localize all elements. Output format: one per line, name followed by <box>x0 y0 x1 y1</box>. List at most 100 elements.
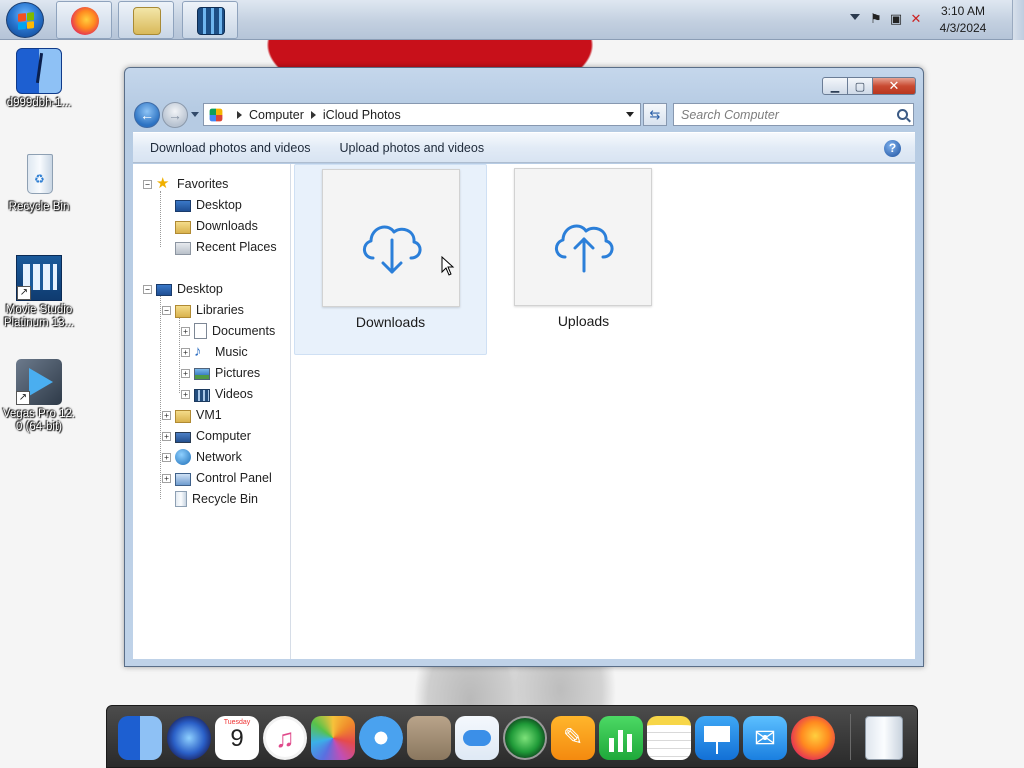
desktop-icon-vegas-pro[interactable]: ↗ Vegas Pro 12.0 (64-bit) <box>2 359 76 434</box>
finder-icon <box>16 48 62 94</box>
search-icon[interactable] <box>897 109 908 120</box>
download-photos-button[interactable]: Download photos and videos <box>150 141 311 155</box>
tree-item-pictures[interactable]: + Pictures <box>181 363 260 383</box>
arrow-right-icon: → <box>168 107 182 123</box>
breadcrumb-icloud-photos[interactable]: iCloud Photos <box>323 108 401 122</box>
icloud-drive-icon[interactable] <box>455 716 499 760</box>
itunes-icon[interactable]: ♫ <box>263 716 307 760</box>
expand-icon[interactable]: + <box>181 368 190 378</box>
folder-tile-downloads[interactable]: Downloads <box>294 164 487 355</box>
photos-icon[interactable] <box>311 716 355 760</box>
expand-icon[interactable]: + <box>181 347 190 357</box>
minimize-button[interactable]: ▁ <box>822 77 848 95</box>
tree-item-recycle-bin[interactable]: Recycle Bin <box>162 489 258 509</box>
cloud-upload-icon <box>555 224 614 273</box>
mail-icon[interactable]: ✉ <box>743 716 787 760</box>
maximize-icon: ▢ <box>854 80 866 93</box>
calendar-icon[interactable]: Tuesday 9 <box>215 716 259 760</box>
recent-pages-dropdown[interactable] <box>191 112 199 117</box>
desktop-icon-finder[interactable]: d999dbh-1... <box>2 48 76 110</box>
finder-icon[interactable] <box>118 716 162 760</box>
star-icon: ★ <box>156 175 170 192</box>
taskbar: ⚑ ▣ ✕ 3:10 AM 4/3/2024 <box>0 0 1024 40</box>
recycle-bin-icon <box>175 491 187 507</box>
close-button[interactable]: ✕ <box>873 77 916 95</box>
siri-icon[interactable] <box>167 716 211 760</box>
tree-item-network[interactable]: + Network <box>162 447 242 467</box>
maximize-button[interactable]: ▢ <box>848 77 873 95</box>
computer-icon <box>175 431 191 443</box>
expand-icon[interactable]: + <box>162 410 171 420</box>
keynote-icon[interactable] <box>695 716 739 760</box>
collapse-icon[interactable]: − <box>162 305 171 315</box>
search-input[interactable]: Search Computer <box>673 103 914 126</box>
taskbar-movie-studio-button[interactable] <box>182 1 238 39</box>
show-hidden-icons-icon[interactable] <box>850 14 860 20</box>
tree-item-label: Pictures <box>215 366 261 380</box>
tree-item-favorites-desktop[interactable]: Desktop <box>162 195 242 215</box>
help-icon[interactable]: ? <box>884 140 901 157</box>
address-dropdown-icon[interactable] <box>626 112 634 117</box>
collapse-icon[interactable]: − <box>143 284 152 294</box>
desktop-icon-label: Movie Studio Platinum 13... <box>3 304 75 329</box>
forward-button[interactable]: → <box>162 102 188 128</box>
pages-icon[interactable]: ✎ <box>551 716 595 760</box>
network-status-icon[interactable]: ▣ <box>888 11 904 27</box>
action-center-flag-icon[interactable]: ⚑ <box>868 11 884 27</box>
expand-icon[interactable]: + <box>181 326 190 336</box>
volume-muted-icon[interactable]: ✕ <box>908 11 924 27</box>
collapse-icon[interactable]: − <box>143 179 152 189</box>
expand-icon[interactable]: + <box>162 473 171 483</box>
notes-icon[interactable] <box>647 716 691 760</box>
start-button[interactable] <box>6 2 44 38</box>
expand-icon[interactable]: + <box>162 452 171 462</box>
firefox-icon <box>71 7 99 35</box>
safari-icon[interactable] <box>359 716 403 760</box>
address-bar[interactable]: Computer iCloud Photos <box>203 103 641 126</box>
tree-item-favorites[interactable]: − ★ Favorites <box>143 174 228 194</box>
expand-icon[interactable]: + <box>181 389 190 399</box>
tree-item-videos[interactable]: + Videos <box>181 384 253 404</box>
desktop-icon-recycle-bin[interactable]: ♻ Recycle Bin <box>2 152 76 214</box>
firefox-icon[interactable] <box>791 716 835 760</box>
taskbar-firefox-button[interactable] <box>56 1 112 39</box>
breadcrumb-computer[interactable]: Computer <box>249 108 304 122</box>
arrow-left-icon: ← <box>140 107 154 123</box>
show-desktop-button[interactable] <box>1012 0 1024 40</box>
tree-item-recent-places[interactable]: Recent Places <box>162 237 277 257</box>
clock[interactable]: 3:10 AM 4/3/2024 <box>928 3 998 37</box>
tree-item-documents[interactable]: + Documents <box>181 321 275 341</box>
dock-separator <box>850 714 851 760</box>
refresh-button[interactable]: ⇆ <box>643 103 667 126</box>
desktop-icon-movie-studio[interactable]: ↗ Movie Studio Platinum 13... <box>2 255 76 330</box>
tree-item-computer[interactable]: + Computer <box>162 426 251 446</box>
desktop-icon-label: Vegas Pro 12.0 (64-bit) <box>2 408 76 433</box>
command-bar: Download photos and videos Upload photos… <box>133 132 915 163</box>
trash-icon[interactable] <box>865 716 903 760</box>
find-my-icon[interactable] <box>503 716 547 760</box>
tree-item-vm1[interactable]: + VM1 <box>162 405 222 425</box>
back-button[interactable]: ← <box>134 102 160 128</box>
numbers-icon[interactable] <box>599 716 643 760</box>
contacts-icon[interactable] <box>407 716 451 760</box>
tree-item-label: Network <box>196 450 242 464</box>
mouse-cursor-icon <box>441 256 455 276</box>
libraries-icon <box>175 304 191 318</box>
folder-tile-uploads[interactable]: Uploads <box>487 164 680 355</box>
close-icon: ✕ <box>888 78 900 93</box>
tree-item-downloads[interactable]: Downloads <box>162 216 258 236</box>
tree-item-label: Control Panel <box>196 471 272 485</box>
tree-item-music[interactable]: + ♪ Music <box>181 342 248 362</box>
upload-photos-button[interactable]: Upload photos and videos <box>340 141 485 155</box>
taskbar-explorer-button[interactable] <box>118 1 174 39</box>
thumbnail <box>322 169 460 307</box>
expand-icon[interactable]: + <box>162 431 171 441</box>
tree-item-libraries[interactable]: − Libraries <box>162 300 244 320</box>
tree-item-label: Libraries <box>196 303 244 317</box>
tree-item-control-panel[interactable]: + Control Panel <box>162 468 272 488</box>
videos-icon <box>194 388 210 402</box>
tree-item-desktop-root[interactable]: − Desktop <box>143 279 223 299</box>
tree-item-label: Documents <box>212 324 276 338</box>
navigation-pane: − ★ Favorites Desktop Downloads Recent P… <box>133 164 291 659</box>
